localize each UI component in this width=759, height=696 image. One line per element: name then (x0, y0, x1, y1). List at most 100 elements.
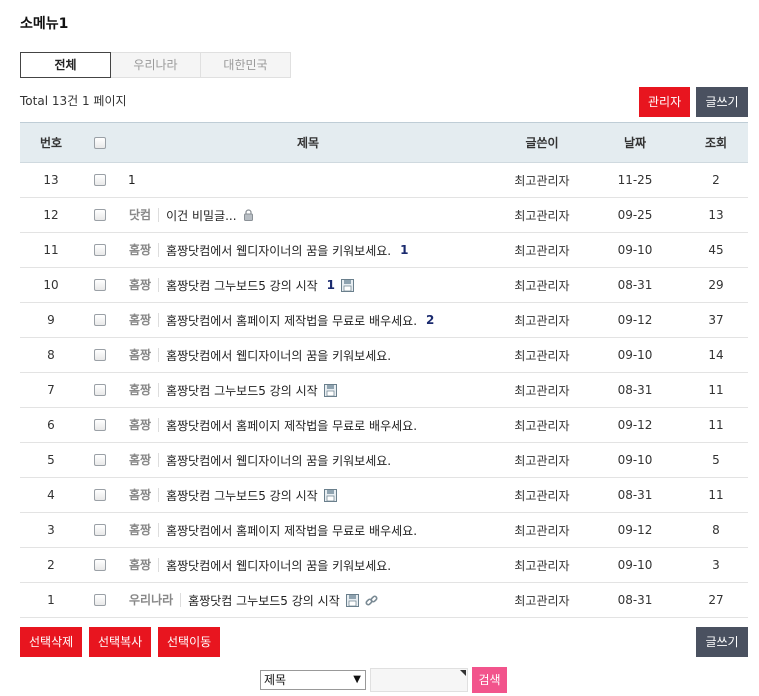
subject-link[interactable]: 홈짱닷컴 그누보드5 강의 시작 (166, 382, 318, 399)
select-all-checkbox[interactable] (94, 136, 106, 149)
row-subject: 홈짱 홈짱닷컴에서 웹디자이너의 꿈을 키워보세요. (118, 557, 498, 574)
subject-link[interactable]: 홈짱닷컴에서 웹디자이너의 꿈을 키워보세요. (166, 557, 391, 574)
row-subject: 홈짱 홈짱닷컴 그누보드5 강의 시작 1 (118, 277, 498, 294)
row-checkbox[interactable] (94, 524, 106, 536)
row-subject: 닷컴 이건 비밀글... (118, 207, 498, 224)
write-bottom-button[interactable]: 글쓰기 (696, 627, 748, 657)
category-link[interactable]: 우리나라 (118, 593, 182, 607)
admin-button[interactable]: 관리자 (639, 87, 691, 117)
tab-republic[interactable]: 대한민국 (200, 52, 291, 78)
row-author: 최고관리자 (514, 278, 570, 293)
row-num: 12 (43, 208, 59, 222)
row-hits: 45 (708, 243, 724, 257)
table-row: 2 홈짱 홈짱닷컴에서 웹디자이너의 꿈을 키워보세요. 최고관리자 09-10 3 (20, 548, 748, 583)
row-checkbox[interactable] (94, 454, 106, 466)
subject-link[interactable]: 홈짱닷컴에서 홈페이지 제작법을 무료로 배우세요. (166, 522, 417, 539)
subject-link[interactable]: 홈짱닷컴에서 홈페이지 제작법을 무료로 배우세요. (166, 312, 417, 329)
row-checkbox[interactable] (94, 279, 106, 291)
category-link[interactable]: 홈짱 (118, 418, 160, 432)
row-checkbox[interactable] (94, 419, 106, 431)
subject-link[interactable]: 홈짱닷컴에서 웹디자이너의 꿈을 키워보세요. (166, 452, 391, 469)
row-author: 최고관리자 (514, 558, 570, 573)
row-checkbox[interactable] (94, 209, 106, 221)
row-date: 09-12 (617, 523, 653, 537)
category-link[interactable]: 홈짱 (118, 558, 160, 572)
tab-all[interactable]: 전체 (20, 52, 111, 78)
copy-selected-button[interactable]: 선택복사 (89, 627, 152, 657)
board-list: 번호 제목 글쓴이 날짜 조회 13 1 최고관리자 11-25 2 12 닷컴 이건 비밀글… (20, 122, 748, 618)
header-subject: 제목 (296, 136, 320, 150)
row-date: 11-25 (617, 173, 653, 187)
file-icon (341, 278, 355, 292)
row-date: 09-10 (617, 348, 653, 362)
row-subject: 홈짱 홈짱닷컴에서 웹디자이너의 꿈을 키워보세요. (118, 347, 498, 364)
row-date: 09-12 (617, 418, 653, 432)
subject-link[interactable]: 홈짱닷컴 그누보드5 강의 시작 (188, 592, 340, 609)
subject-link[interactable]: 홈짱닷컴 그누보드5 강의 시작 (166, 487, 318, 504)
subject-link[interactable]: 홈짱닷컴에서 홈페이지 제작법을 무료로 배우세요. (166, 417, 417, 434)
category-link[interactable]: 홈짱 (118, 453, 160, 467)
comment-count: 1 (326, 278, 336, 292)
category-link[interactable]: 홈짱 (118, 313, 160, 327)
file-icon (323, 383, 337, 397)
search-field-value: 제목 (264, 673, 287, 687)
row-checkbox[interactable] (94, 244, 106, 256)
row-checkbox[interactable] (94, 174, 106, 186)
row-subject: 홈짱 홈짱닷컴 그누보드5 강의 시작 (118, 382, 498, 399)
subject-link[interactable]: 홈짱닷컴에서 웹디자이너의 꿈을 키워보세요. (166, 347, 391, 364)
row-hits: 11 (708, 383, 724, 397)
row-checkbox[interactable] (94, 349, 106, 361)
search-field-select[interactable]: 제목 ▼ (260, 670, 366, 690)
row-num: 13 (43, 173, 59, 187)
row-num: 7 (47, 383, 55, 397)
row-num: 11 (43, 243, 59, 257)
category-link[interactable]: 닷컴 (118, 208, 160, 222)
row-num: 6 (47, 418, 55, 432)
delete-selected-button[interactable]: 선택삭제 (20, 627, 83, 657)
table-row: 5 홈짱 홈짱닷컴에서 웹디자이너의 꿈을 키워보세요. 최고관리자 09-10 5 (20, 443, 748, 478)
category-link[interactable]: 홈짱 (118, 523, 160, 537)
move-selected-button[interactable]: 선택이동 (158, 627, 221, 657)
row-hits: 2 (712, 173, 720, 187)
row-hits: 14 (708, 348, 724, 362)
write-button[interactable]: 글쓰기 (696, 87, 748, 117)
row-subject: 홈짱 홈짱닷컴에서 웹디자이너의 꿈을 키워보세요. (118, 452, 498, 469)
category-tabs: 전체 우리나라 대한민국 (20, 52, 291, 78)
subject-link[interactable]: 홈짱닷컴 그누보드5 강의 시작 (166, 277, 318, 294)
table-row: 4 홈짱 홈짱닷컴 그누보드5 강의 시작 최고관리자 08-31 11 (20, 478, 748, 513)
row-checkbox[interactable] (94, 594, 106, 606)
comment-count: 1 (400, 243, 409, 257)
page-title: 소메뉴1 (20, 16, 69, 32)
search-input[interactable] (370, 668, 468, 692)
row-checkbox[interactable] (94, 384, 106, 396)
category-link[interactable]: 홈짱 (118, 488, 160, 502)
subject-link[interactable]: 이건 비밀글... (166, 207, 236, 224)
row-checkbox[interactable] (94, 489, 106, 501)
category-link[interactable]: 홈짱 (118, 348, 160, 362)
row-date: 08-31 (617, 488, 653, 502)
row-hits: 37 (708, 313, 724, 327)
row-date: 09-25 (617, 208, 653, 222)
category-link[interactable]: 홈짱 (118, 243, 160, 257)
row-subject: 홈짱 홈짱닷컴 그누보드5 강의 시작 (118, 487, 498, 504)
row-checkbox[interactable] (94, 314, 106, 326)
table-row: 11 홈짱 홈짱닷컴에서 웹디자이너의 꿈을 키워보세요. 1 최고관리자 09-10 45 (20, 233, 748, 268)
subject-link[interactable]: 홈짱닷컴에서 웹디자이너의 꿈을 키워보세요. (166, 242, 391, 259)
category-link[interactable]: 홈짱 (118, 278, 160, 292)
row-subject: 홈짱 홈짱닷컴에서 홈페이지 제작법을 무료로 배우세요. 2 (118, 312, 498, 329)
row-hits: 29 (708, 278, 724, 292)
category-link[interactable]: 홈짱 (118, 383, 160, 397)
subject-link[interactable]: 1 (118, 173, 136, 187)
search-button[interactable]: 검색 (472, 667, 507, 693)
row-checkbox[interactable] (94, 559, 106, 571)
tab-korea[interactable]: 우리나라 (110, 52, 201, 78)
file-icon (323, 488, 337, 502)
row-subject: 홈짱 홈짱닷컴에서 웹디자이너의 꿈을 키워보세요. 1 (118, 242, 498, 259)
chevron-down-icon: ▼ (353, 674, 361, 685)
row-date: 09-12 (617, 313, 653, 327)
table-row: 6 홈짱 홈짱닷컴에서 홈페이지 제작법을 무료로 배우세요. 최고관리자 09-12 1… (20, 408, 748, 443)
row-subject: 홈짱 홈짱닷컴에서 홈페이지 제작법을 무료로 배우세요. (118, 522, 498, 539)
table-row: 3 홈짱 홈짱닷컴에서 홈페이지 제작법을 무료로 배우세요. 최고관리자 09-12 8 (20, 513, 748, 548)
row-date: 08-31 (617, 593, 653, 607)
row-num: 5 (47, 453, 55, 467)
